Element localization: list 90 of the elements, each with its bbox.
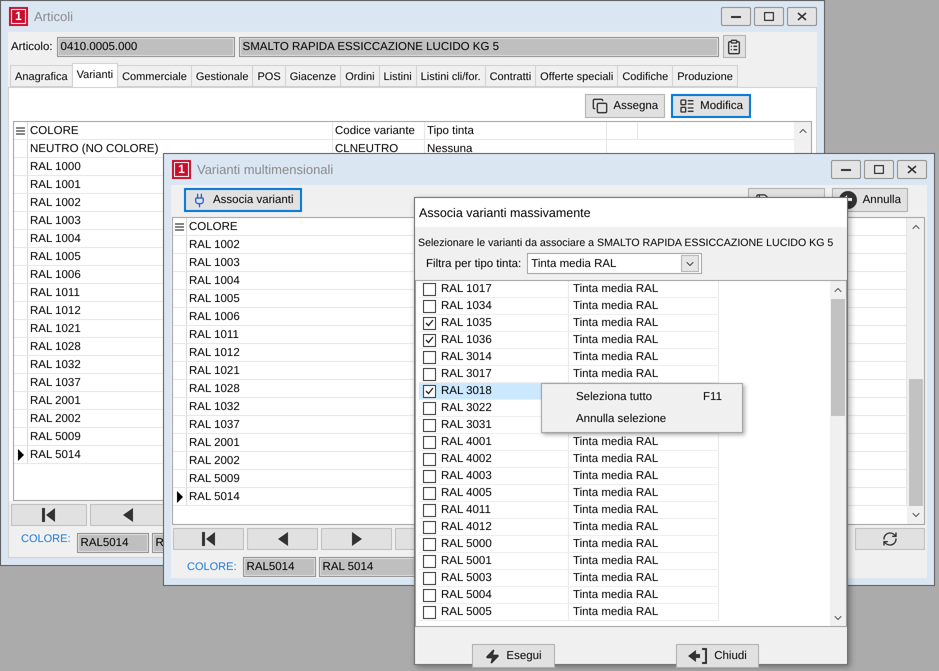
table-cell: RAL 5014 [30,448,81,462]
list-cell: RAL 4011 [441,504,491,516]
dialog-title: Associa varianti massivamente [419,206,591,220]
table-cell: RAL 1028 [30,340,81,354]
list-cell: RAL 4003 [441,470,492,482]
table-cell: RAL 1003 [189,256,240,270]
article-description-field: SMALTO RAPIDA ESSICCAZIONE LUCIDO KG 5 [238,36,719,56]
list-cell: RAL 1017 [441,283,492,295]
table-cell: RAL 1006 [30,268,81,282]
list-cell: RAL 3031 [441,419,492,431]
list-cell: Tinta media RAL [569,587,719,604]
list-cell: Tinta media RAL [569,485,719,502]
list-cell: Tinta media RAL [569,468,719,485]
list-cell: RAL 5004 [441,589,492,601]
table-cell: RAL 1037 [189,418,240,432]
list-cell: RAL 4012 [441,521,492,533]
instruction-text: Selezionare le varianti da associare a SMALTO RAPIDA ESSICCAZIONE LUCIDO KG 5 [418,236,834,250]
list-cell: RAL 4002 [441,453,492,465]
list-cell: RAL 5005 [441,606,492,618]
list-cell: Tinta media RAL [569,281,719,298]
list-cell: Tinta media RAL [569,536,719,553]
readonly-field: RAL5014 [242,557,316,577]
list-cell: RAL 3014 [441,351,492,363]
list-cell: Tinta media RAL [569,502,719,519]
table-cell: RAL 1032 [30,358,81,372]
table-cell: RAL 2001 [30,394,81,408]
list-cell: RAL 5000 [441,538,492,550]
table-cell: RAL 1004 [189,274,240,288]
table-cell: RAL 1003 [30,214,81,228]
list-cell: Tinta media RAL [569,553,719,570]
list-cell: Tinta media RAL [569,434,719,451]
table-cell: RAL 1006 [189,310,240,324]
table-cell: RAL 1001 [30,178,81,192]
list-cell: RAL 5001 [441,555,492,567]
article-code-field: 0410.0005.000 [56,36,235,56]
table-cell: RAL 1002 [189,238,240,252]
table-cell: RAL 1037 [30,376,81,390]
table-cell: CLNEUTRO [335,142,398,156]
table-cell: RAL 5014 [189,490,240,504]
list-cell: RAL 1036 [441,334,492,346]
list-cell: RAL 4005 [441,487,492,499]
list-cell: Tinta media RAL [569,451,719,468]
table-cell: RAL 1004 [30,232,81,246]
table-cell: RAL 1012 [30,304,81,318]
list-cell: RAL 3018 [441,385,492,397]
list-cell: Tinta media RAL [569,298,719,315]
list-cell: RAL 5003 [441,572,492,584]
table-cell: RAL 1028 [189,382,240,396]
table-cell: RAL 1000 [30,160,81,174]
field-label: COLORE: [187,561,237,573]
shortcut-text: F11 [703,391,722,403]
table-cell: RAL 1011 [189,328,239,342]
table-cell: RAL 5009 [30,430,81,444]
list-cell: RAL 1034 [441,300,492,312]
table-cell: Nessuna [427,142,472,156]
table-cell: RAL 1032 [189,400,240,414]
list-cell: Tinta media RAL [569,519,719,536]
column-header: Tipo tinta [427,124,474,138]
table-cell: RAL 2001 [189,436,240,450]
table-cell: RAL 1002 [30,196,81,210]
table-cell: RAL 1005 [30,250,81,264]
field-label: COLORE: [21,533,71,545]
filter-label: Filtra per tipo tinta: [426,258,522,270]
table-cell: RAL 1005 [189,292,240,306]
table-cell: RAL 1012 [189,346,240,360]
list-cell: RAL 3022 [441,402,492,414]
table-cell: RAL 1011 [30,286,80,300]
list-cell: Tinta media RAL [569,315,719,332]
field-label: Articolo: [11,40,53,52]
list-cell: Tinta media RAL [569,570,719,587]
table-cell: RAL 2002 [189,454,240,468]
window-title: Articoli [34,9,74,24]
list-cell: RAL 3017 [441,368,492,380]
list-cell: Tinta media RAL [569,604,719,621]
table-cell: RAL 5009 [189,472,240,486]
list-cell: RAL 1035 [441,317,492,329]
column-header: COLORE [30,124,79,138]
app-badge: 1 [172,160,191,179]
list-cell: Tinta media RAL [569,332,719,349]
table-cell: NEUTRO (NO COLORE) [30,142,158,156]
app-badge: 1 [9,7,28,26]
table-cell: RAL 2002 [30,412,81,426]
list-cell: Tinta media RAL [569,349,719,366]
window-title: Varianti multimensionali [197,162,334,177]
readonly-field: RAL5014 [76,533,149,553]
column-header: COLORE [189,220,238,234]
table-cell: RAL 1021 [30,322,81,336]
table-cell: RAL 1021 [189,364,240,378]
list-cell: RAL 4001 [441,436,492,448]
column-header: Codice variante [335,124,415,138]
